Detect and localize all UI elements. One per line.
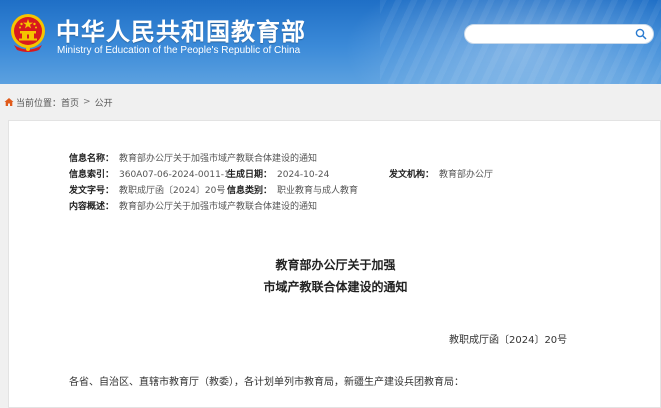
- search-input[interactable]: [464, 24, 654, 44]
- meta-row-name: 信息名称： 教育部办公厅关于加强市域产教联合体建设的通知: [69, 151, 629, 167]
- site-header: 中华人民共和国教育部 Ministry of Education of the …: [0, 0, 661, 84]
- breadcrumb-home-link[interactable]: 首页: [61, 96, 79, 109]
- document-title: 教育部办公厅关于加强 市域产教联合体建设的通知: [9, 254, 661, 298]
- document-title-line-1: 教育部办公厅关于加强: [275, 258, 396, 272]
- document-panel: 信息名称： 教育部办公厅关于加强市域产教联合体建设的通知 信息索引： 360A0…: [8, 120, 661, 408]
- site-title[interactable]: 中华人民共和国教育部: [56, 12, 306, 47]
- date-value: 2024-10-24: [277, 170, 330, 180]
- info-name-value: 教育部办公厅关于加强市域产教联合体建设的通知: [119, 154, 318, 164]
- category-label: 信息类别：: [227, 186, 273, 196]
- meta-row-docno: 发文字号： 教职成厅函〔2024〕20号 信息类别： 职业教育与成人教育: [69, 183, 629, 199]
- search-icon[interactable]: [635, 28, 647, 40]
- document-salutation: 各省、自治区、直辖市教育厅（教委），各计划单列市教育局，新疆生产建设兵团教育局：: [69, 377, 464, 388]
- breadcrumb-label: 当前位置：: [16, 98, 62, 109]
- date-label: 生成日期：: [227, 170, 273, 180]
- summary-label: 内容概述：: [69, 202, 115, 212]
- breadcrumb-separator: >: [83, 97, 91, 107]
- meta-row-index: 信息索引： 360A07-06-2024-0011-1 生成日期： 2024-1…: [69, 167, 629, 183]
- document-meta: 信息名称： 教育部办公厅关于加强市域产教联合体建设的通知 信息索引： 360A0…: [69, 151, 629, 215]
- national-emblem-icon[interactable]: [8, 12, 48, 54]
- summary-value: 教育部办公厅关于加强市域产教联合体建设的通知: [119, 202, 318, 212]
- meta-row-summary: 内容概述： 教育部办公厅关于加强市域产教联合体建设的通知: [69, 199, 629, 215]
- home-icon: [4, 98, 14, 106]
- breadcrumb: 当前位置： 首页 > 公开: [0, 90, 661, 114]
- category-value: 职业教育与成人教育: [277, 186, 359, 196]
- issuer-label: 发文机构：: [389, 170, 435, 180]
- site-subtitle: Ministry of Education of the People's Re…: [57, 45, 301, 56]
- doc-no-value: 教职成厅函〔2024〕20号: [119, 186, 226, 196]
- document-number: 教职成厅函〔2024〕20号: [449, 335, 568, 346]
- index-label: 信息索引：: [69, 170, 115, 180]
- breadcrumb-public-link[interactable]: 公开: [95, 96, 113, 109]
- index-value: 360A07-06-2024-0011-1: [119, 170, 230, 180]
- issuer-value: 教育部办公厅: [439, 170, 494, 180]
- document-title-line-2: 市域产教联合体建设的通知: [263, 280, 408, 294]
- info-name-label: 信息名称：: [69, 154, 115, 164]
- doc-no-label: 发文字号：: [69, 186, 115, 196]
